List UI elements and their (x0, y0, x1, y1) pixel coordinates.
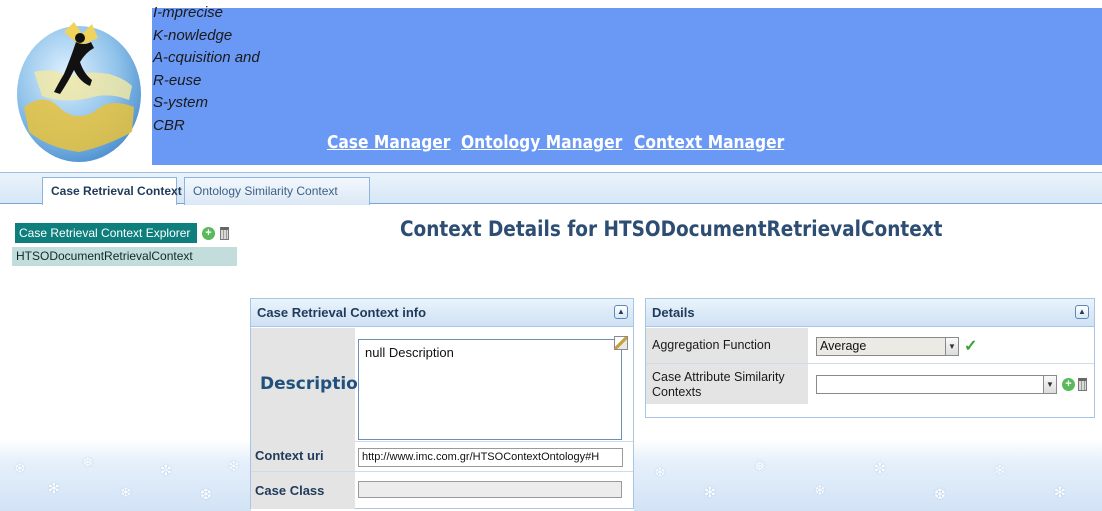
info-panel-header: Case Retrieval Context info ▲ (251, 299, 633, 327)
snowflake-icon: ❄ (228, 458, 240, 474)
main-nav: Case Manager Ontology Manager Context Ma… (327, 132, 809, 153)
add-icon[interactable]: + (202, 227, 215, 240)
app-root: { "header": { "acronym_lines": ["I-mprec… (0, 0, 1102, 511)
info-panel-title: Case Retrieval Context info (257, 305, 427, 320)
nav-ontology-manager[interactable]: Ontology Manager (461, 132, 622, 153)
logo-area (0, 8, 152, 165)
case-class-field[interactable] (358, 481, 622, 498)
tab-bar: Case Retrieval Context Ontology Similari… (0, 172, 1102, 205)
snowflake-icon: ❄ (814, 482, 826, 498)
globe-reader-logo (17, 22, 141, 162)
acronym-line: K-nowledge (153, 26, 233, 44)
chevron-down-icon[interactable]: ▼ (945, 338, 958, 355)
snowflake-icon: ❄ (994, 462, 1006, 478)
trash-icon[interactable] (220, 227, 229, 240)
aggregation-function-select[interactable]: Average ▼ (816, 337, 959, 356)
snow-banner-left: ❄ ✻ ❅ ❄ ✼ ❆ ❄ (0, 440, 251, 511)
snowflake-icon: ❄ (14, 460, 26, 476)
snowflake-icon: ✼ (160, 462, 172, 478)
aggregation-function-value: Average (820, 339, 867, 353)
edit-icon[interactable] (614, 336, 628, 350)
details-panel-title: Details (652, 305, 695, 320)
context-explorer: Case Retrieval Context Explorer + HTSODo… (12, 220, 237, 266)
acronym-line: CBR (153, 116, 185, 134)
chevron-down-icon[interactable]: ▼ (1043, 376, 1056, 393)
case-class-label: Case Class (251, 472, 355, 509)
similarity-contexts-select[interactable]: ▼ (816, 375, 1057, 394)
explorer-item[interactable]: HTSODocumentRetrievalContext (12, 247, 237, 266)
acronym-line: I-mprecise (153, 4, 224, 21)
snowflake-icon: ❆ (934, 486, 946, 502)
acronym-line: A-cquisition and (153, 49, 260, 66)
description-field[interactable]: null Description (358, 339, 622, 440)
acronym-line: R-euse (153, 71, 202, 89)
context-uri-field[interactable]: http://www.imc.com.gr/HTSOContextOntolog… (358, 448, 623, 467)
details-panel: Details ▲ Aggregation Function Average ▼… (645, 298, 1095, 418)
aggregation-function-label: Aggregation Function (646, 328, 808, 363)
nav-context-manager[interactable]: Context Manager (634, 132, 784, 153)
add-icon[interactable]: + (1062, 378, 1075, 391)
description-label: Description (251, 328, 370, 441)
snowflake-icon: ✻ (1054, 484, 1066, 500)
collapse-up-icon[interactable]: ▲ (1075, 305, 1089, 319)
context-uri-label: Context uri (251, 441, 355, 471)
acronym-block: I-mprecise K-nowledge A-cquisition and R… (153, 2, 260, 137)
trash-icon[interactable] (1078, 378, 1087, 391)
explorer-title: Case Retrieval Context Explorer (15, 223, 197, 243)
header-banner: I-mprecise K-nowledge A-cquisition and R… (0, 4, 1102, 165)
snowflake-icon: ❆ (200, 486, 212, 502)
details-panel-header: Details ▲ (646, 299, 1094, 327)
snowflake-icon: ✻ (704, 484, 716, 500)
acronym-line: S-ystem (153, 94, 209, 111)
snowflake-icon: ❄ (120, 484, 132, 500)
similarity-contexts-label: Case Attribute Similarity Contexts (646, 364, 808, 404)
snowflake-icon: ❅ (82, 454, 94, 470)
collapse-up-icon[interactable]: ▲ (614, 305, 628, 319)
tab-case-retrieval-context[interactable]: Case Retrieval Context (42, 177, 182, 205)
snowflake-icon: ❅ (754, 458, 766, 474)
snowflake-icon: ✻ (48, 480, 60, 496)
nav-case-manager[interactable]: Case Manager (327, 132, 450, 153)
snowflake-icon: ✼ (874, 460, 886, 476)
case-retrieval-info-panel: Case Retrieval Context info ▲ Descriptio… (250, 298, 634, 509)
page-title: Context Details for HTSODocumentRetrieva… (400, 217, 943, 241)
tab-ontology-similarity-context[interactable]: Ontology Similarity Context (184, 177, 370, 205)
checkmark-icon[interactable]: ✓ (964, 336, 977, 356)
snow-banner-right: ❄ ✻ ❅ ❄ ✼ ❆ ❄ ✻ (634, 440, 1102, 511)
snowflake-icon: ❄ (654, 464, 666, 480)
